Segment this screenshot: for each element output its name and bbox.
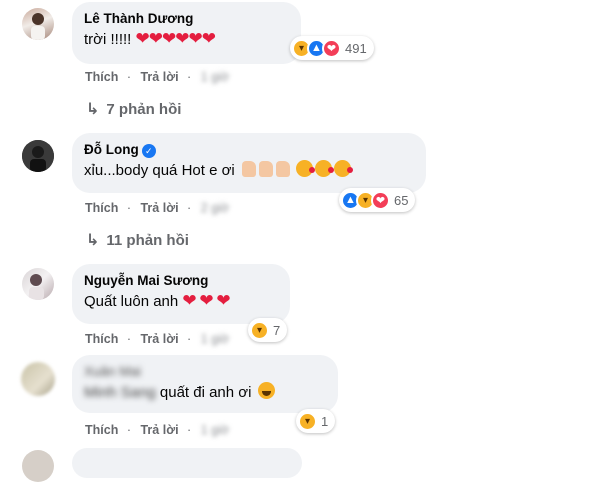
thumbs-up-emoji xyxy=(239,161,290,179)
reaction-count: 1 xyxy=(321,413,329,429)
reply-arrow-icon: ↳ xyxy=(86,232,100,249)
comment-text-main: quất đi anh ơi xyxy=(159,384,252,401)
haha-icon: ▾ xyxy=(250,320,269,340)
haha-icon: ▾ xyxy=(298,411,317,431)
reply-link[interactable]: Trả lời xyxy=(140,201,178,215)
comment-bubble: Nguyễn Mai Sương Quất luôn anh ❤ ❤ ❤ xyxy=(72,264,290,324)
timestamp[interactable]: 2 giờ xyxy=(201,201,229,215)
avatar[interactable] xyxy=(21,362,55,396)
like-link[interactable]: Thích xyxy=(85,70,118,84)
comment-author[interactable]: Xuân Mai xyxy=(84,363,326,380)
comment-author-row: Đỗ Long ✓ xyxy=(84,141,414,158)
kiss-emoji xyxy=(294,160,354,179)
avatar-image xyxy=(22,140,54,172)
hearts-emoji: ❤❤❤❤❤❤ xyxy=(135,29,216,48)
separator-dot: · xyxy=(187,423,192,437)
reaction-count: 491 xyxy=(345,40,367,56)
comment-actions: Thích · Trả lời · 1 giờ xyxy=(85,70,238,84)
comment-text: trời !!!!! ❤❤❤❤❤❤ xyxy=(84,29,289,50)
separator-dot: · xyxy=(126,423,131,437)
comment-actions: Thích · Trả lời · 1 giờ xyxy=(85,332,238,346)
separator-dot: · xyxy=(187,70,192,84)
verified-badge-icon: ✓ xyxy=(141,144,156,158)
comment-author[interactable]: Đỗ Long xyxy=(84,142,139,157)
comment-text-main: Quất luôn anh xyxy=(84,293,179,310)
separator-dot: · xyxy=(187,332,192,346)
love-icon: ❤ xyxy=(322,38,341,58)
reaction-summary[interactable]: ▲ ▾ ❤ 65 xyxy=(339,188,416,212)
comment-text-main: trời !!!!! xyxy=(84,31,132,48)
comment-text: Quất luôn anh ❤ ❤ ❤ xyxy=(84,291,278,312)
timestamp[interactable]: 1 giờ xyxy=(201,70,229,84)
reaction-count: 7 xyxy=(273,322,281,338)
comment-text: xỉu...body quá Hot e ơi xyxy=(84,160,414,181)
comment-text: Minh Sang quất đi anh ơi xyxy=(84,382,326,403)
avatar[interactable] xyxy=(22,140,54,172)
love-icon: ❤ xyxy=(371,190,390,210)
avatar-image xyxy=(31,13,45,40)
like-link[interactable]: Thích xyxy=(85,201,118,215)
timestamp[interactable]: 1 giờ xyxy=(201,423,229,437)
reply-link[interactable]: Trả lời xyxy=(140,332,178,346)
reply-link[interactable]: Trả lời xyxy=(140,70,178,84)
avatar[interactable] xyxy=(22,450,54,482)
separator-dot: · xyxy=(187,201,192,215)
comment-actions: Thích · Trả lời · 2 giờ xyxy=(85,201,238,215)
view-replies-link[interactable]: ↳ 11 phản hồi xyxy=(86,230,189,250)
separator-dot: · xyxy=(126,332,131,346)
like-link[interactable]: Thích xyxy=(85,332,118,346)
reply-arrow-icon: ↳ xyxy=(86,101,100,118)
comment-bubble xyxy=(72,448,302,478)
hearts-emoji: ❤ ❤ ❤ xyxy=(182,291,230,310)
tagged-name[interactable]: Minh Sang xyxy=(84,384,156,401)
avatar[interactable] xyxy=(22,268,54,300)
comment-author[interactable]: Nguyễn Mai Sương xyxy=(84,272,278,289)
comment-author[interactable]: Lê Thành Dương xyxy=(84,10,289,27)
timestamp[interactable]: 1 giờ xyxy=(201,332,229,346)
comment-text-main: xỉu...body quá Hot e ơi xyxy=(84,162,235,179)
replies-count: 7 phản hồi xyxy=(106,101,182,118)
reaction-summary[interactable]: ▾ 1 xyxy=(296,409,336,433)
separator-dot: · xyxy=(126,70,131,84)
reaction-count: 65 xyxy=(394,192,409,208)
reply-link[interactable]: Trả lời xyxy=(140,423,178,437)
reaction-summary[interactable]: ▾ 7 xyxy=(248,318,288,342)
avatar[interactable] xyxy=(22,8,54,40)
laugh-emoji xyxy=(257,382,275,399)
avatar-image xyxy=(29,274,44,300)
reaction-summary[interactable]: ▾ ▲ ❤ 491 xyxy=(290,36,374,60)
replies-count: 11 phản hồi xyxy=(106,232,189,249)
comment-bubble: Lê Thành Dương trời !!!!! ❤❤❤❤❤❤ xyxy=(72,2,301,64)
comment-actions: Thích · Trả lời · 1 giờ xyxy=(85,423,238,437)
comment-bubble: Xuân Mai Minh Sang quất đi anh ơi xyxy=(72,355,338,413)
view-replies-link[interactable]: ↳ 7 phản hồi xyxy=(86,99,181,119)
like-link[interactable]: Thích xyxy=(85,423,118,437)
separator-dot: · xyxy=(126,201,131,215)
comment-bubble: Đỗ Long ✓ xỉu...body quá Hot e ơi xyxy=(72,133,426,193)
